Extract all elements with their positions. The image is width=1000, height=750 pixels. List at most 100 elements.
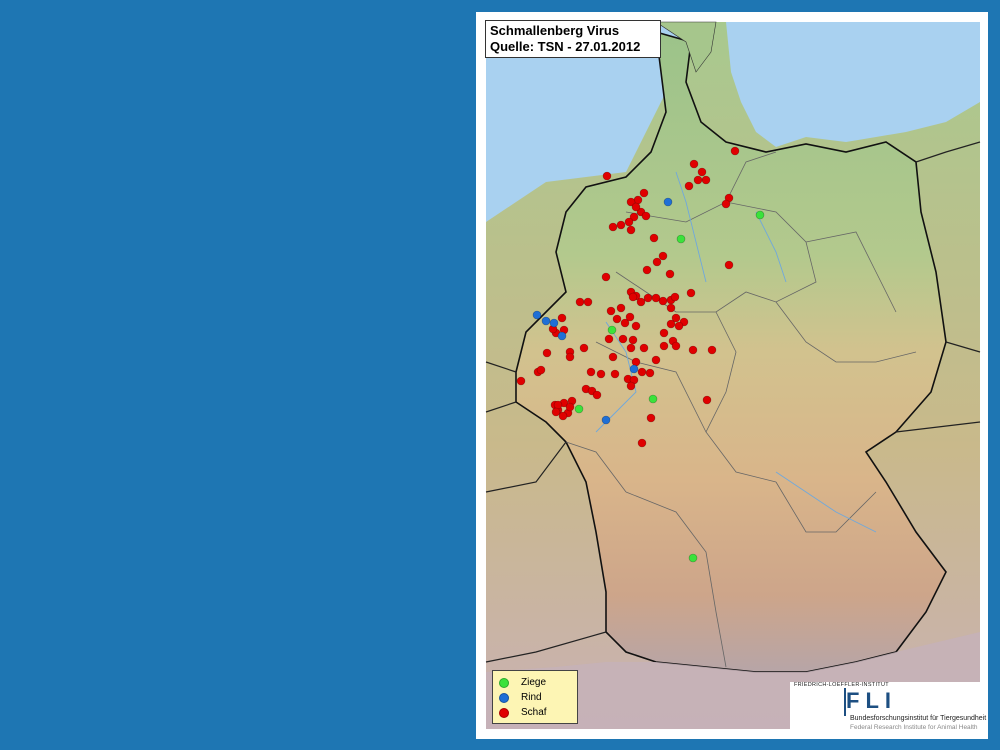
marker-schaf [575, 297, 585, 307]
marker-schaf [558, 411, 568, 421]
map-legend: Ziege Rind Schaf [492, 670, 578, 724]
marker-schaf [641, 211, 651, 221]
marker-schaf [639, 343, 649, 353]
marker-schaf [551, 407, 561, 417]
map-source: Quelle: TSN - 27.01.2012 [490, 39, 641, 54]
marker-schaf [631, 321, 641, 331]
marker-schaf [516, 376, 526, 386]
marker-schaf [579, 343, 589, 353]
legend-label: Ziege [521, 677, 547, 688]
marker-schaf [646, 413, 656, 423]
marker-schaf [604, 334, 614, 344]
marker-ziege [688, 553, 698, 563]
marker-schaf [666, 319, 676, 329]
marker-schaf [625, 312, 635, 322]
marker-schaf [583, 297, 593, 307]
marker-schaf [618, 334, 628, 344]
marker-schaf [684, 181, 694, 191]
logo-letters: FLI [846, 688, 897, 713]
marker-schaf [724, 260, 734, 270]
marker-rind [549, 318, 559, 328]
marker-schaf [689, 159, 699, 169]
marker-ziege [676, 234, 686, 244]
legend-item-ziege: Ziege [499, 675, 571, 690]
marker-schaf [586, 367, 596, 377]
marker-schaf [628, 335, 638, 345]
marker-schaf [730, 146, 740, 156]
marker-schaf [686, 288, 696, 298]
marker-schaf [601, 272, 611, 282]
marker-ziege [755, 210, 765, 220]
marker-schaf [642, 265, 652, 275]
legend-label: Schaf [521, 707, 547, 718]
marker-schaf [536, 365, 546, 375]
marker-schaf [666, 303, 676, 313]
marker-schaf [626, 343, 636, 353]
marker-schaf [697, 167, 707, 177]
legend-swatch-ziege [499, 677, 509, 688]
marker-schaf [626, 225, 636, 235]
marker-schaf [645, 368, 655, 378]
marker-schaf [671, 341, 681, 351]
marker-schaf [658, 251, 668, 261]
marker-schaf [693, 175, 703, 185]
marker-schaf [665, 269, 675, 279]
germany-map [485, 21, 981, 729]
legend-swatch-rind [499, 692, 509, 703]
marker-schaf [565, 352, 575, 362]
legend-swatch-schaf [499, 707, 509, 718]
marker-schaf [637, 438, 647, 448]
marker-schaf [639, 188, 649, 198]
map-title-box: Schmallenberg Virus Quelle: TSN - 27.01.… [485, 20, 661, 58]
marker-ziege [648, 394, 658, 404]
marker-rind [557, 331, 567, 341]
marker-rind [601, 415, 611, 425]
marker-schaf [658, 296, 668, 306]
marker-schaf [602, 171, 612, 181]
marker-schaf [616, 220, 626, 230]
marker-schaf [626, 381, 636, 391]
marker-schaf [659, 328, 669, 338]
legend-item-rind: Rind [499, 690, 571, 705]
map-frame: Schmallenberg Virus Quelle: TSN - 27.01.… [476, 12, 988, 739]
marker-ziege [574, 404, 584, 414]
marker-schaf [610, 369, 620, 379]
marker-schaf [721, 199, 731, 209]
logo-subtitle-en: Federal Research Institute for Animal He… [850, 724, 978, 731]
marker-schaf [624, 217, 634, 227]
marker-schaf [592, 390, 602, 400]
marker-schaf [659, 341, 669, 351]
marker-schaf [702, 395, 712, 405]
marker-schaf [631, 202, 641, 212]
fli-logo: FRIEDRICH-LOEFFLER-INSTITUT FLI Bundesfo… [790, 682, 986, 731]
marker-rind [532, 310, 542, 320]
marker-schaf [637, 367, 647, 377]
marker-schaf [649, 233, 659, 243]
marker-schaf [542, 348, 552, 358]
legend-label: Rind [521, 692, 542, 703]
marker-schaf [557, 313, 567, 323]
marker-schaf [636, 297, 646, 307]
marker-schaf [616, 303, 626, 313]
marker-schaf [643, 293, 653, 303]
marker-schaf [608, 352, 618, 362]
logo-subtitle-de: Bundesforschungsinstitut für Tiergesundh… [850, 715, 987, 722]
map-title: Schmallenberg Virus [490, 23, 620, 38]
marker-rind [663, 197, 673, 207]
marker-schaf [606, 306, 616, 316]
marker-schaf [652, 257, 662, 267]
marker-schaf [628, 292, 638, 302]
marker-rind [629, 364, 639, 374]
marker-ziege [607, 325, 617, 335]
marker-rind [541, 316, 551, 326]
legend-item-schaf: Schaf [499, 705, 571, 720]
marker-schaf [707, 345, 717, 355]
marker-schaf [565, 402, 575, 412]
marker-schaf [688, 345, 698, 355]
marker-schaf [701, 175, 711, 185]
marker-schaf [651, 355, 661, 365]
marker-schaf [612, 314, 622, 324]
marker-schaf [608, 222, 618, 232]
marker-schaf [674, 321, 684, 331]
marker-schaf [596, 369, 606, 379]
